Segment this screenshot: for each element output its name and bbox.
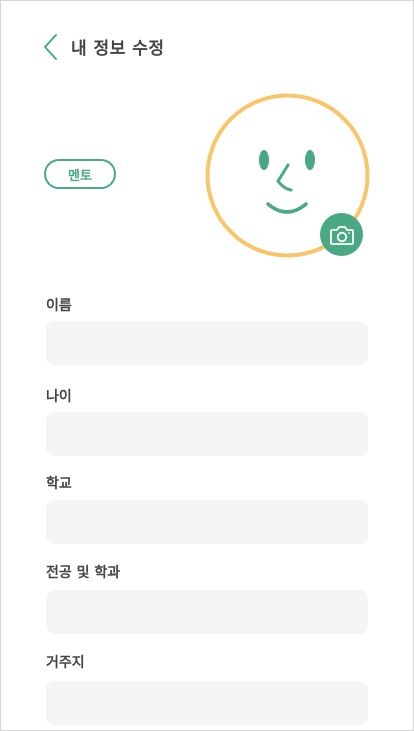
change-photo-button[interactable] xyxy=(320,213,363,256)
school-input[interactable] xyxy=(46,500,368,544)
header: 내 정보 수정 xyxy=(1,1,413,91)
name-label: 이름 xyxy=(46,298,72,314)
residence-label: 거주지 xyxy=(46,655,85,671)
chevron-left-icon xyxy=(44,34,57,60)
back-button[interactable] xyxy=(39,31,63,63)
age-input[interactable] xyxy=(46,412,368,456)
camera-icon xyxy=(329,225,354,245)
residence-input[interactable] xyxy=(46,681,368,725)
role-badge: 멘토 xyxy=(44,159,116,189)
name-input[interactable] xyxy=(46,321,368,365)
profile-edit-screen: 내 정보 수정 멘토 이름 나이 학교 전공 및 학과 거주지 xyxy=(0,0,414,731)
page-title: 내 정보 수정 xyxy=(71,39,165,59)
major-input[interactable] xyxy=(46,590,368,634)
major-label: 전공 및 학과 xyxy=(46,565,121,581)
school-label: 학교 xyxy=(46,476,72,492)
age-label: 나이 xyxy=(46,389,72,405)
